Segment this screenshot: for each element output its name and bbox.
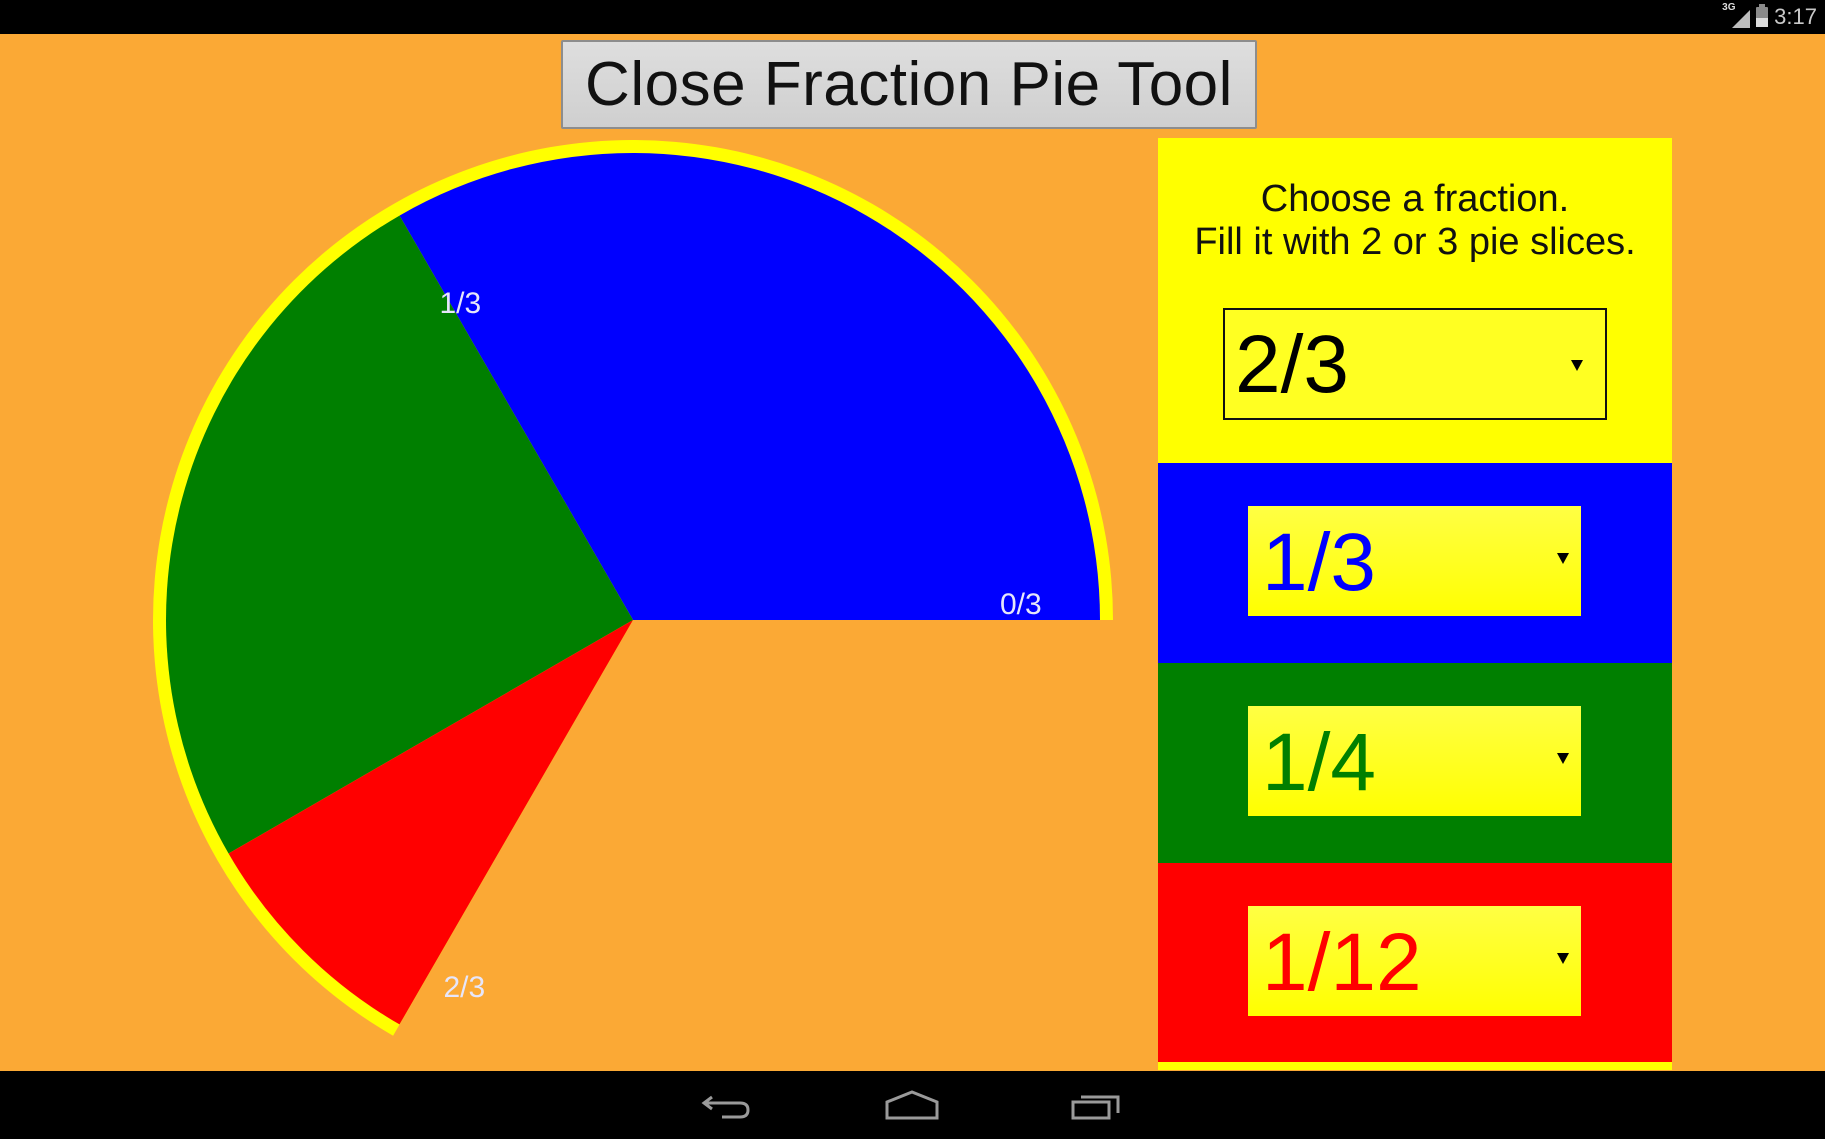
target-fraction-value: 2/3 <box>1235 319 1349 410</box>
dropdown-arrow-icon <box>1557 953 1569 964</box>
green-slice-dropdown[interactable]: 1/4 <box>1248 706 1581 816</box>
fraction-panel: Choose a fraction. Fill it with 2 or 3 p… <box>1158 138 1672 1070</box>
dropdown-arrow-icon <box>1571 360 1583 371</box>
green-slice-value: 1/4 <box>1262 717 1376 808</box>
red-slice-dropdown[interactable]: 1/12 <box>1248 906 1581 1016</box>
blue-slice-dropdown[interactable]: 1/3 <box>1248 506 1581 616</box>
instruction-line-1: Choose a fraction. <box>1260 178 1570 220</box>
pie-boundary-label: 1/3 <box>440 287 482 320</box>
recents-icon[interactable] <box>1068 1085 1128 1125</box>
fraction-pie: 0/3 1/3 2/3 <box>153 140 1113 1036</box>
pie-boundary-label: 2/3 <box>444 971 486 1004</box>
instructions: Choose a fraction. Fill it with 2 or 3 p… <box>1158 178 1672 264</box>
green-slice-section: 1/4 <box>1158 663 1672 863</box>
dropdown-arrow-icon <box>1557 553 1569 564</box>
target-fraction-dropdown[interactable]: 2/3 <box>1223 308 1607 420</box>
clock: 3:17 <box>1774 4 1817 29</box>
back-icon[interactable] <box>700 1085 760 1125</box>
target-fraction-section: Choose a fraction. Fill it with 2 or 3 p… <box>1158 138 1672 463</box>
panel-footer-strip <box>1158 1062 1672 1070</box>
home-icon[interactable] <box>882 1085 942 1125</box>
pie-boundary-label: 0/3 <box>1000 588 1042 621</box>
instruction-line-2: Fill it with 2 or 3 pie slices. <box>1194 221 1636 263</box>
red-slice-section: 1/12 <box>1158 863 1672 1062</box>
red-slice-value: 1/12 <box>1262 917 1422 1008</box>
status-icons: 3G 3:17 <box>1722 0 1817 34</box>
battery-charging-icon <box>1756 4 1769 27</box>
signal-icon: 3G <box>1722 2 1751 28</box>
dropdown-arrow-icon <box>1557 753 1569 764</box>
blue-slice-section: 1/3 <box>1158 463 1672 663</box>
blue-slice-value: 1/3 <box>1262 517 1376 608</box>
navigation-bar <box>0 1071 1825 1139</box>
